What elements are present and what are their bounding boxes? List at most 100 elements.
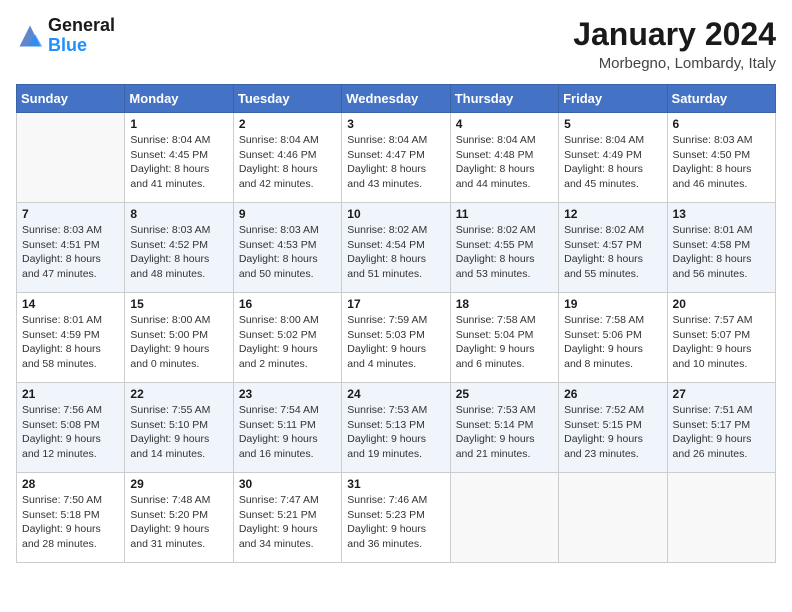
calendar-cell: 5Sunrise: 8:04 AMSunset: 4:49 PMDaylight…	[559, 113, 667, 203]
calendar-cell: 8Sunrise: 8:03 AMSunset: 4:52 PMDaylight…	[125, 203, 233, 293]
day-number: 8	[130, 207, 227, 221]
calendar-cell: 18 Sunrise: 7:58 AMSunset: 5:04 PMDayligh…	[450, 293, 558, 383]
calendar-cell: 26 Sunrise: 7:52 AMSunset: 5:15 PMDayligh…	[559, 383, 667, 473]
calendar-cell: 3Sunrise: 8:04 AMSunset: 4:47 PMDaylight…	[342, 113, 450, 203]
calendar-week-row: 14 Sunrise: 8:01 AMSunset: 4:59 PMDayligh…	[17, 293, 776, 383]
day-info: Sunrise: 7:59 AMSunset: 5:03 PMDaylight:…	[347, 313, 444, 372]
calendar-table: SundayMondayTuesdayWednesdayThursdayFrid…	[16, 84, 776, 563]
logo-icon	[16, 22, 44, 50]
weekday-header-saturday: Saturday	[667, 85, 775, 113]
day-info: Sunrise: 8:03 AMSunset: 4:51 PMDaylight:…	[22, 223, 119, 282]
calendar-cell: 13Sunrise: 8:01 AMSunset: 4:58 PMDayligh…	[667, 203, 775, 293]
day-info: Sunrise: 7:47 AMSunset: 5:21 PMDaylight:…	[239, 493, 336, 552]
day-number: 2	[239, 117, 336, 131]
day-info: Sunrise: 7:53 AMSunset: 5:14 PMDaylight:…	[456, 403, 553, 462]
day-info: Sunrise: 8:02 AMSunset: 4:54 PMDaylight:…	[347, 223, 444, 282]
day-info: Sunrise: 8:01 AMSunset: 4:59 PMDaylight:…	[22, 313, 119, 372]
day-number: 28	[22, 477, 119, 491]
calendar-cell	[559, 473, 667, 563]
day-number: 29	[130, 477, 227, 491]
calendar-cell: 23 Sunrise: 7:54 AMSunset: 5:11 PMDayligh…	[233, 383, 341, 473]
calendar-cell	[450, 473, 558, 563]
calendar-cell: 11 Sunrise: 8:02 AMSunset: 4:55 PMDayligh…	[450, 203, 558, 293]
calendar-cell	[17, 113, 125, 203]
day-number: 4	[456, 117, 553, 131]
weekday-header-tuesday: Tuesday	[233, 85, 341, 113]
day-number: 25	[456, 387, 553, 401]
logo-text-line2: Blue	[48, 36, 115, 56]
day-number: 26	[564, 387, 661, 401]
day-info: Sunrise: 8:04 AMSunset: 4:49 PMDaylight:…	[564, 133, 661, 192]
calendar-cell: 30Sunrise: 7:47 AMSunset: 5:21 PMDayligh…	[233, 473, 341, 563]
calendar-cell: 16 Sunrise: 8:00 AMSunset: 5:02 PMDayligh…	[233, 293, 341, 383]
day-info: Sunrise: 8:00 AMSunset: 5:00 PMDaylight:…	[130, 313, 227, 372]
day-info: Sunrise: 7:54 AMSunset: 5:11 PMDaylight:…	[239, 403, 336, 462]
day-info: Sunrise: 8:00 AMSunset: 5:02 PMDaylight:…	[239, 313, 336, 372]
calendar-cell: 7 Sunrise: 8:03 AMSunset: 4:51 PMDaylight…	[17, 203, 125, 293]
weekday-header-wednesday: Wednesday	[342, 85, 450, 113]
day-info: Sunrise: 8:02 AMSunset: 4:55 PMDaylight:…	[456, 223, 553, 282]
day-info: Sunrise: 7:53 AMSunset: 5:13 PMDaylight:…	[347, 403, 444, 462]
calendar-cell: 31 Sunrise: 7:46 AMSunset: 5:23 PMDayligh…	[342, 473, 450, 563]
day-number: 21	[22, 387, 119, 401]
day-info: Sunrise: 7:57 AMSunset: 5:07 PMDaylight:…	[673, 313, 770, 372]
day-number: 15	[130, 297, 227, 311]
title-area: January 2024 Morbegno, Lombardy, Italy	[573, 16, 776, 72]
weekday-header-sunday: Sunday	[17, 85, 125, 113]
day-number: 6	[673, 117, 770, 131]
calendar-cell: 20 Sunrise: 7:57 AMSunset: 5:07 PMDayligh…	[667, 293, 775, 383]
day-info: Sunrise: 8:03 AMSunset: 4:50 PMDaylight:…	[673, 133, 770, 192]
day-info: Sunrise: 8:04 AMSunset: 4:48 PMDaylight:…	[456, 133, 553, 192]
day-info: Sunrise: 7:48 AMSunset: 5:20 PMDaylight:…	[130, 493, 227, 552]
day-number: 1	[130, 117, 227, 131]
day-number: 17	[347, 297, 444, 311]
calendar-cell: 1 Sunrise: 8:04 AMSunset: 4:45 PMDaylight…	[125, 113, 233, 203]
calendar-cell: 2 Sunrise: 8:04 AMSunset: 4:46 PMDaylight…	[233, 113, 341, 203]
calendar-cell: 17 Sunrise: 7:59 AMSunset: 5:03 PMDayligh…	[342, 293, 450, 383]
day-number: 19	[564, 297, 661, 311]
day-number: 24	[347, 387, 444, 401]
day-info: Sunrise: 8:04 AMSunset: 4:46 PMDaylight:…	[239, 133, 336, 192]
calendar-cell: 6 Sunrise: 8:03 AMSunset: 4:50 PMDaylight…	[667, 113, 775, 203]
calendar-cell: 21Sunrise: 7:56 AMSunset: 5:08 PMDayligh…	[17, 383, 125, 473]
calendar-week-row: 1 Sunrise: 8:04 AMSunset: 4:45 PMDaylight…	[17, 113, 776, 203]
day-number: 10	[347, 207, 444, 221]
calendar-cell	[667, 473, 775, 563]
calendar-cell: 12Sunrise: 8:02 AMSunset: 4:57 PMDayligh…	[559, 203, 667, 293]
calendar-cell: 22 Sunrise: 7:55 AMSunset: 5:10 PMDayligh…	[125, 383, 233, 473]
calendar-week-row: 21Sunrise: 7:56 AMSunset: 5:08 PMDayligh…	[17, 383, 776, 473]
day-number: 22	[130, 387, 227, 401]
calendar-cell: 4 Sunrise: 8:04 AMSunset: 4:48 PMDaylight…	[450, 113, 558, 203]
calendar-cell: 29 Sunrise: 7:48 AMSunset: 5:20 PMDayligh…	[125, 473, 233, 563]
day-number: 7	[22, 207, 119, 221]
day-info: Sunrise: 7:55 AMSunset: 5:10 PMDaylight:…	[130, 403, 227, 462]
weekday-header-row: SundayMondayTuesdayWednesdayThursdayFrid…	[17, 85, 776, 113]
day-info: Sunrise: 8:04 AMSunset: 4:45 PMDaylight:…	[130, 133, 227, 192]
day-number: 18	[456, 297, 553, 311]
calendar-cell: 9 Sunrise: 8:03 AMSunset: 4:53 PMDaylight…	[233, 203, 341, 293]
day-info: Sunrise: 7:46 AMSunset: 5:23 PMDaylight:…	[347, 493, 444, 552]
day-number: 16	[239, 297, 336, 311]
day-info: Sunrise: 7:50 AMSunset: 5:18 PMDaylight:…	[22, 493, 119, 552]
day-info: Sunrise: 7:58 AMSunset: 5:04 PMDaylight:…	[456, 313, 553, 372]
logo-text-line1: General	[48, 16, 115, 36]
calendar-cell: 19 Sunrise: 7:58 AMSunset: 5:06 PMDayligh…	[559, 293, 667, 383]
day-number: 9	[239, 207, 336, 221]
day-number: 11	[456, 207, 553, 221]
calendar-week-row: 28 Sunrise: 7:50 AMSunset: 5:18 PMDayligh…	[17, 473, 776, 563]
day-number: 14	[22, 297, 119, 311]
day-number: 20	[673, 297, 770, 311]
calendar-cell: 25 Sunrise: 7:53 AMSunset: 5:14 PMDayligh…	[450, 383, 558, 473]
location-title: Morbegno, Lombardy, Italy	[573, 55, 776, 72]
day-info: Sunrise: 7:58 AMSunset: 5:06 PMDaylight:…	[564, 313, 661, 372]
calendar-cell: 15 Sunrise: 8:00 AMSunset: 5:00 PMDayligh…	[125, 293, 233, 383]
day-number: 31	[347, 477, 444, 491]
weekday-header-friday: Friday	[559, 85, 667, 113]
weekday-header-monday: Monday	[125, 85, 233, 113]
page-header: General Blue January 2024 Morbegno, Lomb…	[16, 16, 776, 72]
day-info: Sunrise: 7:52 AMSunset: 5:15 PMDaylight:…	[564, 403, 661, 462]
calendar-cell: 27Sunrise: 7:51 AMSunset: 5:17 PMDayligh…	[667, 383, 775, 473]
day-info: Sunrise: 8:03 AMSunset: 4:53 PMDaylight:…	[239, 223, 336, 282]
day-number: 13	[673, 207, 770, 221]
day-number: 23	[239, 387, 336, 401]
